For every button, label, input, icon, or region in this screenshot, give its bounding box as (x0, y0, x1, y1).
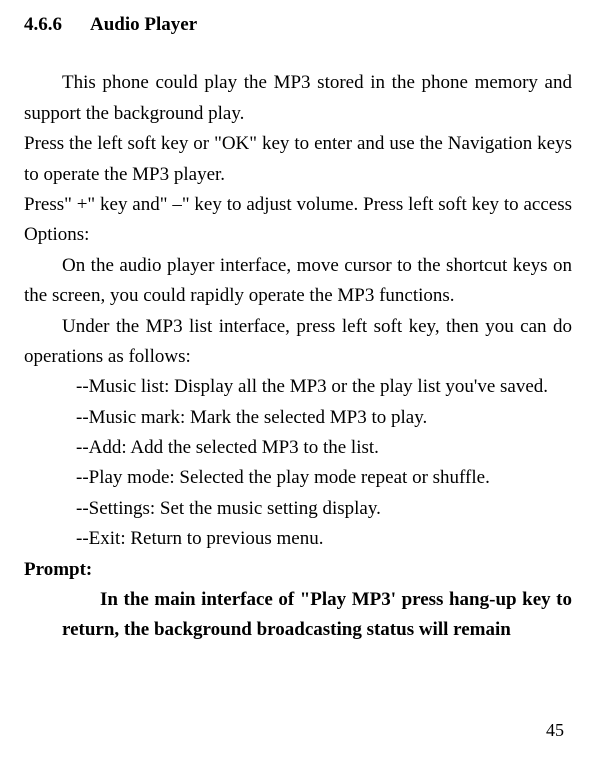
section-heading: 4.6.6 Audio Player (24, 10, 572, 40)
list-item-music-mark: --Music mark: Mark the selected MP3 to p… (24, 403, 572, 433)
list-item-music-list: --Music list: Display all the MP3 or the… (24, 372, 572, 402)
section-title: Audio Player (90, 14, 197, 35)
list-item-play-mode: --Play mode: Selected the play mode repe… (24, 463, 572, 493)
paragraph-operations: Under the MP3 list interface, press left… (24, 312, 572, 373)
list-item-exit: --Exit: Return to previous menu. (24, 524, 572, 554)
prompt-label: Prompt: (24, 555, 572, 585)
paragraph-shortcut: On the audio player interface, move curs… (24, 251, 572, 312)
section-number: 4.6.6 (24, 10, 62, 40)
paragraph-volume: Press" +" key and" –" key to adjust volu… (24, 190, 572, 251)
paragraph-ok-key: Press the left soft key or "OK" key to e… (24, 129, 572, 190)
list-item-add: --Add: Add the selected MP3 to the list. (24, 433, 572, 463)
list-item-settings: --Settings: Set the music setting displa… (24, 494, 572, 524)
paragraph-intro: This phone could play the MP3 stored in … (24, 68, 572, 129)
page-number: 45 (546, 716, 564, 745)
prompt-text: In the main interface of "Play MP3' pres… (24, 585, 572, 646)
